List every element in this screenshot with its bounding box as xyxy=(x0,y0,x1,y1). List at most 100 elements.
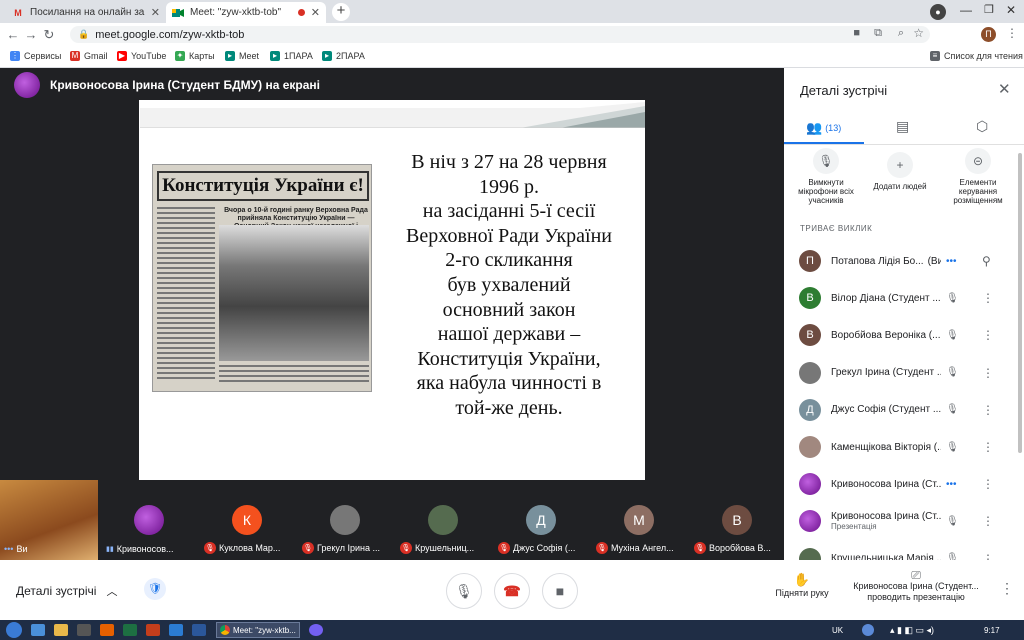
forward-icon[interactable]: → xyxy=(22,27,40,42)
more-options-icon[interactable]: ⋮ xyxy=(982,291,994,305)
audio-level-icon: ••• xyxy=(946,478,957,490)
participant-tile[interactable]: Д 🎙 Джус Софія (... xyxy=(494,480,588,560)
media-icon[interactable] xyxy=(77,624,91,636)
bookmark-maps[interactable]: ✦ Карты xyxy=(175,51,215,61)
self-video-tile[interactable]: ••• Ви xyxy=(0,480,98,560)
participant-row[interactable]: П Потапова Лідія Бо...(Ви) ••• ⚲ xyxy=(784,242,1024,280)
more-options-icon[interactable]: ⋮ xyxy=(982,440,994,454)
language-indicator[interactable]: UK xyxy=(832,626,843,635)
participant-row[interactable]: Каменщікова Вікторія (... 🎙 ⋮ xyxy=(784,428,1024,466)
tile-name: Куклова Мар... xyxy=(219,543,281,553)
bookmark-label: YouTube xyxy=(131,51,167,61)
ie-icon[interactable] xyxy=(31,624,45,636)
participant-row[interactable]: Д Джус Софія (Студент ... 🎙 ⋮ xyxy=(784,391,1024,429)
slide-line: 2-го скликання xyxy=(445,249,573,272)
audio-level-icon: ••• xyxy=(4,544,14,554)
shield-icon[interactable]: 🛡 xyxy=(144,578,166,600)
bookmark-star-icon[interactable]: ☆ xyxy=(913,26,924,40)
close-tab-icon[interactable]: ✕ xyxy=(151,6,160,19)
reload-icon[interactable]: ↻ xyxy=(40,27,58,43)
explorer-icon[interactable] xyxy=(54,624,68,636)
bookmark-meet[interactable]: ▸ Meet xyxy=(225,51,259,61)
mic-muted-icon: 🎙 xyxy=(302,542,314,554)
camera-icon[interactable]: ■ xyxy=(853,27,860,39)
window-close-icon[interactable]: ✕ xyxy=(1006,3,1016,17)
more-options-icon[interactable]: ⋮ xyxy=(982,514,994,528)
participant-tile[interactable]: К 🎙 Куклова Мар... xyxy=(200,480,294,560)
meet-icon: ▸ xyxy=(322,51,332,61)
meet-icon: ▸ xyxy=(225,51,235,61)
restore-icon[interactable]: ❐ xyxy=(984,3,994,16)
activities-icon[interactable]: ⬡ xyxy=(976,118,988,135)
word-icon[interactable] xyxy=(192,624,206,636)
tab-meet[interactable]: Meet: "zyw-xktb-tob" ✕ xyxy=(166,2,326,23)
back-icon[interactable]: ← xyxy=(4,27,22,42)
participant-name-block: Кривоносова Ірина (Ст... Презентація xyxy=(831,511,941,531)
participant-tile[interactable]: 🎙 Крушельниц... xyxy=(396,480,490,560)
powerpoint-icon[interactable] xyxy=(146,624,160,636)
meeting-details-button[interactable]: Деталі зустрічі ︿ xyxy=(16,583,117,599)
new-tab-button[interactable]: + xyxy=(332,3,350,21)
participant-row[interactable]: В Вілор Діана (Студент ... 🎙 ⋮ xyxy=(784,279,1024,317)
mute-all-button[interactable]: 🎙 Вимкнути мікрофони всіх учасників xyxy=(796,148,856,205)
action-label: Додати людей xyxy=(873,182,927,191)
tile-label: ▮▮ Кривоносов... xyxy=(102,544,196,554)
zoom-icon[interactable]: ⌕ xyxy=(898,27,904,40)
hang-up-icon: ☎ xyxy=(503,582,521,599)
add-people-button[interactable]: + Додати людей xyxy=(870,152,930,191)
pin-icon[interactable]: ⚲ xyxy=(982,254,991,268)
taskbar-chrome-window[interactable]: Meet: "zyw-xktb... xyxy=(216,622,300,638)
presenting-button[interactable]: ⎚ Кривоносова Ірина (Студент... проводит… xyxy=(848,569,984,603)
tab-people[interactable]: 👥 (13) xyxy=(806,120,841,136)
minimize-icon[interactable]: — xyxy=(960,3,972,17)
participant-tile[interactable]: 🎙 Грекул Ірина ... xyxy=(298,480,392,560)
close-tab-icon[interactable]: ✕ xyxy=(311,6,320,19)
participant-tile[interactable]: М 🎙 Мухіна Ангел... xyxy=(592,480,686,560)
recording-indicator-icon xyxy=(297,9,305,16)
bookmark-gmail[interactable]: M Gmail xyxy=(70,51,108,61)
participant-tile[interactable]: ▮▮ Кривоносов... xyxy=(102,480,196,560)
clock[interactable]: 9:17 xyxy=(984,626,1000,635)
panel-scrollbar[interactable] xyxy=(1018,153,1022,453)
profile-avatar[interactable]: П xyxy=(981,27,996,42)
participant-tile[interactable]: В 🎙 Воробйова В... xyxy=(690,480,784,560)
tray-icons[interactable]: ▴ ▮ ◧ ▭ ◂) xyxy=(890,625,934,636)
help-icon[interactable] xyxy=(862,624,874,636)
tab-gmail[interactable]: M Посилання на онлайн заняття 1 ✕ xyxy=(6,2,166,23)
excel-icon[interactable] xyxy=(123,624,137,636)
address-bar[interactable]: 🔒 meet.google.com/zyw-xktb-tob ■ ⧉ ⌕ ☆ xyxy=(70,26,930,43)
participant-row[interactable]: Кривоносова Ірина (Ст... Презентація 🎙 ⋮ xyxy=(784,502,1024,540)
action-label: Вимкнути мікрофони всіх учасників xyxy=(798,178,854,205)
reading-list[interactable]: ≡ Список для чтения xyxy=(930,51,1023,61)
more-options-icon[interactable]: ⋮ xyxy=(982,328,994,342)
camera-button[interactable]: ■ xyxy=(542,573,578,609)
chat-icon[interactable]: ▤ xyxy=(896,118,909,135)
apps-grid-icon: ⋮ xyxy=(10,51,20,61)
start-button-icon[interactable] xyxy=(6,622,22,638)
host-controls-button[interactable]: ⊝ Елементи керування розміщенням xyxy=(946,148,1010,205)
translate-icon[interactable]: ⧉ xyxy=(874,27,882,40)
bookmark-1para[interactable]: ▸ 1ПАРА xyxy=(270,51,313,61)
presenter-avatar xyxy=(14,72,40,98)
firefox-icon[interactable] xyxy=(100,624,114,636)
leave-call-button[interactable]: ☎ xyxy=(494,573,530,609)
outlook-icon[interactable] xyxy=(169,624,183,636)
meeting-details-panel: Деталі зустрічі ✕ 👥 (13) ▤ ⬡ 🎙 Вимкнути … xyxy=(784,68,1024,570)
close-panel-icon[interactable]: ✕ xyxy=(998,80,1011,98)
participant-row[interactable]: В Воробйова Вероніка (... 🎙 ⋮ xyxy=(784,316,1024,354)
raise-hand-button[interactable]: ✋ Підняти руку xyxy=(772,572,832,598)
more-options-icon[interactable]: ⋮ xyxy=(982,366,994,380)
browser-menu-icon[interactable]: ⋮ xyxy=(1006,26,1018,40)
bookmark-services[interactable]: ⋮ Сервисы xyxy=(10,51,61,61)
participant-row[interactable]: Кривоносова Ірина (Ст... ••• ⋮ xyxy=(784,465,1024,503)
bookmark-2para[interactable]: ▸ 2ПАРА xyxy=(322,51,365,61)
people-count: (13) xyxy=(825,123,842,133)
more-options-icon[interactable]: ⋮ xyxy=(982,403,994,417)
microphone-button[interactable]: 🎙 xyxy=(446,573,482,609)
media-control-icon[interactable]: ● xyxy=(930,4,946,20)
participant-row[interactable]: Грекул Ірина (Студент ... 🎙 ⋮ xyxy=(784,354,1024,392)
more-options-icon[interactable]: ⋮ xyxy=(1000,580,1014,597)
more-options-icon[interactable]: ⋮ xyxy=(982,477,994,491)
viber-icon[interactable] xyxy=(309,624,323,636)
bookmark-youtube[interactable]: ▶ YouTube xyxy=(117,51,166,61)
